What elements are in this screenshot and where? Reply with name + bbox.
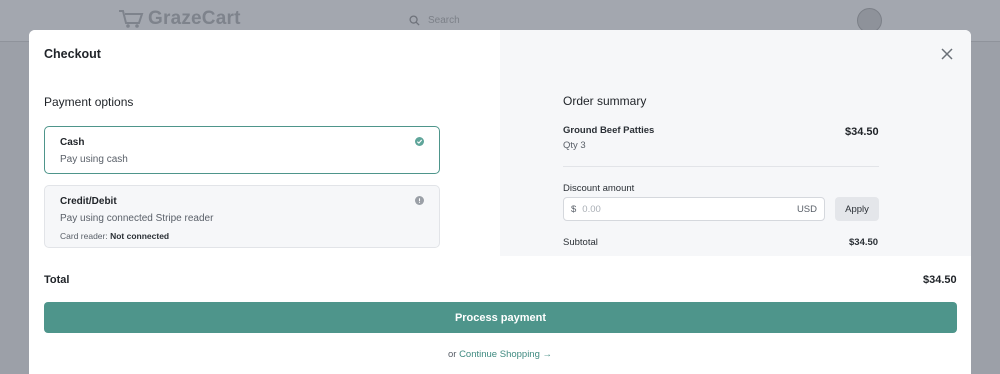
search-icon xyxy=(409,14,420,26)
total-label: Total xyxy=(44,274,70,286)
logo-text: GrazeCart xyxy=(148,8,241,29)
line-item-qty: Qty 3 xyxy=(563,140,586,151)
close-icon xyxy=(941,48,953,60)
total-value: $34.50 xyxy=(923,274,957,286)
cart-icon xyxy=(119,10,144,28)
payment-option-description: Pay using cash xyxy=(60,154,128,165)
payment-option-description: Pay using connected Stripe reader xyxy=(60,213,214,224)
currency-symbol: $ xyxy=(571,203,577,215)
background-search: Search xyxy=(405,8,605,32)
check-circle-icon xyxy=(415,137,424,146)
or-text: or xyxy=(447,349,457,360)
apply-discount-button[interactable]: Apply xyxy=(835,197,879,221)
line-item-price: $34.50 xyxy=(845,126,879,138)
modal-title: Checkout xyxy=(44,47,101,61)
card-reader-status: Card reader: Not connected xyxy=(60,231,424,241)
info-circle-icon xyxy=(415,196,424,205)
logo: GrazeCart xyxy=(118,8,241,30)
checkout-footer: Total $34.50 Process payment or Continue… xyxy=(29,256,971,374)
continue-shopping-row: or Continue Shopping → xyxy=(29,349,971,360)
payment-option-name: Credit/Debit xyxy=(60,196,117,207)
close-button[interactable] xyxy=(940,47,954,61)
currency-code: USD xyxy=(796,203,817,215)
search-placeholder: Search xyxy=(428,14,460,26)
checkout-modal: Checkout Payment options Cash Pay using … xyxy=(29,30,971,374)
payment-options-title: Payment options xyxy=(44,95,134,109)
card-reader-value: Not connected xyxy=(110,231,170,241)
continue-shopping-link[interactable]: Continue Shopping → xyxy=(459,349,552,360)
subtotal-value: $34.50 xyxy=(849,237,879,248)
process-payment-button[interactable]: Process payment xyxy=(44,302,957,333)
payment-option-cash[interactable]: Cash Pay using cash xyxy=(44,126,440,174)
payment-option-name: Cash xyxy=(60,137,85,148)
subtotal-label: Subtotal xyxy=(563,237,598,248)
discount-input-wrapper: $ USD xyxy=(563,197,825,221)
divider xyxy=(563,166,879,167)
discount-input[interactable] xyxy=(582,203,797,215)
card-reader-label: Card reader: xyxy=(60,231,108,241)
line-item-name: Ground Beef Patties xyxy=(563,125,655,136)
payment-option-credit-debit[interactable]: Credit/Debit Pay using connected Stripe … xyxy=(44,185,440,248)
order-summary-title: Order summary xyxy=(563,94,647,108)
discount-label: Discount amount xyxy=(563,183,635,194)
